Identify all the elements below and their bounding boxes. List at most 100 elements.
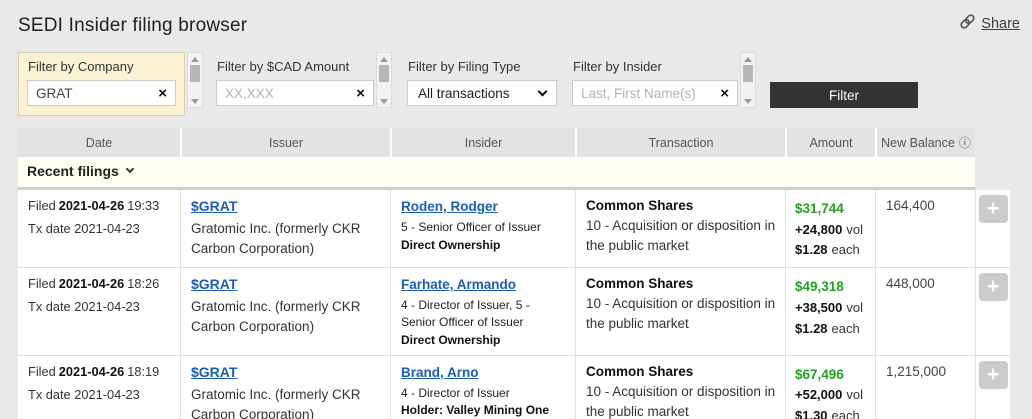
amount-value: $31,744 <box>795 198 873 220</box>
ownership-type: Holder: Valley Mining One Corp. (Indirec… <box>401 402 567 419</box>
company-clear-icon[interactable]: × <box>158 86 167 101</box>
filed-line: Filed2021-04-2618:19 <box>28 364 178 379</box>
table-header-row: Date Issuer Insider Transaction Amount N… <box>18 128 975 157</box>
chevron-down-icon <box>538 86 548 96</box>
insider-roles: 4 - Director of Issuer, 5 - Senior Offic… <box>401 297 567 331</box>
filing-type-select[interactable]: All transactions <box>407 80 557 106</box>
insider-filter-input[interactable] <box>581 86 715 101</box>
ticker-link[interactable]: $GRAT <box>191 276 237 292</box>
price-line: $1.28each <box>795 240 873 261</box>
scroll-down-icon[interactable] <box>380 99 388 104</box>
share-button[interactable]: Share <box>959 13 1020 34</box>
amount-value: $49,318 <box>795 276 873 298</box>
filed-line: Filed2021-04-2619:33 <box>28 198 178 213</box>
price-line: $1.28each <box>795 319 873 340</box>
expand-row-button[interactable]: + <box>979 195 1008 223</box>
security-type: Common Shares <box>586 364 777 379</box>
top-bar: SEDI Insider filing browser Share <box>0 0 1032 48</box>
insider-filter-box: × <box>572 80 738 106</box>
filter-submit-button[interactable]: Filter <box>770 82 918 108</box>
filing-type-filter-label: Filter by Filing Type <box>408 59 557 74</box>
insider-filter-scrollbar[interactable] <box>740 52 756 108</box>
insider-link[interactable]: Farhate, Armando <box>401 277 516 292</box>
date-cell: Filed2021-04-2618:19 Tx date 2021-04-23 <box>18 356 180 419</box>
column-header-transaction: Transaction <box>575 128 785 157</box>
filings-table: Date Issuer Insider Transaction Amount N… <box>18 128 1032 419</box>
link-icon <box>959 13 976 34</box>
insider-link[interactable]: Roden, Rodger <box>401 199 498 214</box>
column-header-date: Date <box>18 128 180 157</box>
issuer-name: Gratomic Inc. (formerly CKR Carbon Corpo… <box>191 219 382 260</box>
recent-filings-label: Recent filings <box>27 163 119 179</box>
issuer-name: Gratomic Inc. (formerly CKR Carbon Corpo… <box>191 297 382 338</box>
transaction-type: 10 - Acquisition or disposition in the p… <box>586 216 777 257</box>
date-cell: Filed2021-04-2619:33 Tx date 2021-04-23 <box>18 190 180 267</box>
new-balance-cell: 1,215,000 <box>875 356 975 419</box>
amount-filter-label: Filter by $CAD Amount <box>217 59 374 74</box>
company-filter-scrollbar[interactable] <box>187 52 203 108</box>
insider-roles: 5 - Senior Officer of Issuer <box>401 219 567 236</box>
transaction-cell: Common Shares 10 - Acquisition or dispos… <box>575 268 785 354</box>
security-type: Common Shares <box>586 198 777 213</box>
issuer-cell: $GRAT Gratomic Inc. (formerly CKR Carbon… <box>180 190 390 267</box>
scroll-up-icon[interactable] <box>191 57 199 62</box>
amount-filter-input[interactable] <box>225 86 351 101</box>
info-icon[interactable]: ⓘ <box>959 134 971 151</box>
tx-date: Tx date 2021-04-23 <box>28 221 178 236</box>
amount-filter-scrollbar[interactable] <box>376 52 392 108</box>
transaction-type: 10 - Acquisition or disposition in the p… <box>586 382 777 419</box>
expand-cell: + <box>975 356 1010 419</box>
volume-line: +38,500vol <box>795 298 873 319</box>
expand-cell: + <box>975 190 1010 267</box>
transaction-cell: Common Shares 10 - Acquisition or dispos… <box>575 356 785 419</box>
insider-roles: 4 - Director of Issuer <box>401 385 567 402</box>
ownership-type: Direct Ownership <box>401 332 567 349</box>
insider-clear-icon[interactable]: × <box>720 86 729 101</box>
new-balance-label: New Balance <box>881 136 955 150</box>
expand-cell: + <box>975 268 1010 354</box>
tx-date: Tx date 2021-04-23 <box>28 387 178 402</box>
chevron-down-icon <box>126 165 134 173</box>
scrollbar-thumb[interactable] <box>190 65 200 82</box>
column-header-amount: Amount <box>785 128 875 157</box>
company-filter-label: Filter by Company <box>28 59 176 74</box>
tx-date: Tx date 2021-04-23 <box>28 299 178 314</box>
company-filter-box: × <box>27 80 176 106</box>
share-label: Share <box>981 16 1020 32</box>
new-balance-cell: 448,000 <box>875 268 975 354</box>
date-cell: Filed2021-04-2618:26 Tx date 2021-04-23 <box>18 268 180 354</box>
new-balance-cell: 164,400 <box>875 190 975 267</box>
filing-type-filter-group: Filter by Filing Type All transactions <box>407 52 557 106</box>
company-filter-input[interactable] <box>36 86 153 101</box>
ownership-type: Direct Ownership <box>401 237 567 254</box>
filter-bar: Filter by Company × Filter by $CAD Amoun… <box>18 52 1032 116</box>
scroll-up-icon[interactable] <box>744 57 752 62</box>
expand-row-button[interactable]: + <box>979 361 1008 389</box>
recent-filings-toggle[interactable]: Recent filings <box>18 157 975 190</box>
scrollbar-thumb[interactable] <box>743 65 753 82</box>
ticker-link[interactable]: $GRAT <box>191 364 237 380</box>
security-type: Common Shares <box>586 276 777 291</box>
column-header-new-balance: New Balance ⓘ <box>875 128 975 157</box>
column-header-issuer: Issuer <box>180 128 390 157</box>
table-row: Filed2021-04-2618:26 Tx date 2021-04-23 … <box>18 268 1010 355</box>
amount-filter-box: × <box>216 80 374 106</box>
scrollbar-thumb[interactable] <box>379 65 389 82</box>
scroll-down-icon[interactable] <box>191 99 199 104</box>
transaction-type: 10 - Acquisition or disposition in the p… <box>586 294 777 335</box>
amount-cell: $67,496 +52,000vol $1.30each <box>785 356 875 419</box>
scroll-up-icon[interactable] <box>380 57 388 62</box>
company-filter-panel: Filter by Company × <box>18 52 185 116</box>
ticker-link[interactable]: $GRAT <box>191 198 237 214</box>
page-title: SEDI Insider filing browser <box>18 15 1014 37</box>
insider-cell: Roden, Rodger 5 - Senior Officer of Issu… <box>390 190 575 267</box>
scroll-down-icon[interactable] <box>744 99 752 104</box>
transaction-cell: Common Shares 10 - Acquisition or dispos… <box>575 190 785 267</box>
insider-filter-group: Filter by Insider × <box>572 52 738 106</box>
insider-link[interactable]: Brand, Arno <box>401 365 479 380</box>
amount-clear-icon[interactable]: × <box>356 86 365 101</box>
filed-line: Filed2021-04-2618:26 <box>28 276 178 291</box>
issuer-cell: $GRAT Gratomic Inc. (formerly CKR Carbon… <box>180 356 390 419</box>
issuer-name: Gratomic Inc. (formerly CKR Carbon Corpo… <box>191 385 382 419</box>
expand-row-button[interactable]: + <box>979 273 1008 301</box>
